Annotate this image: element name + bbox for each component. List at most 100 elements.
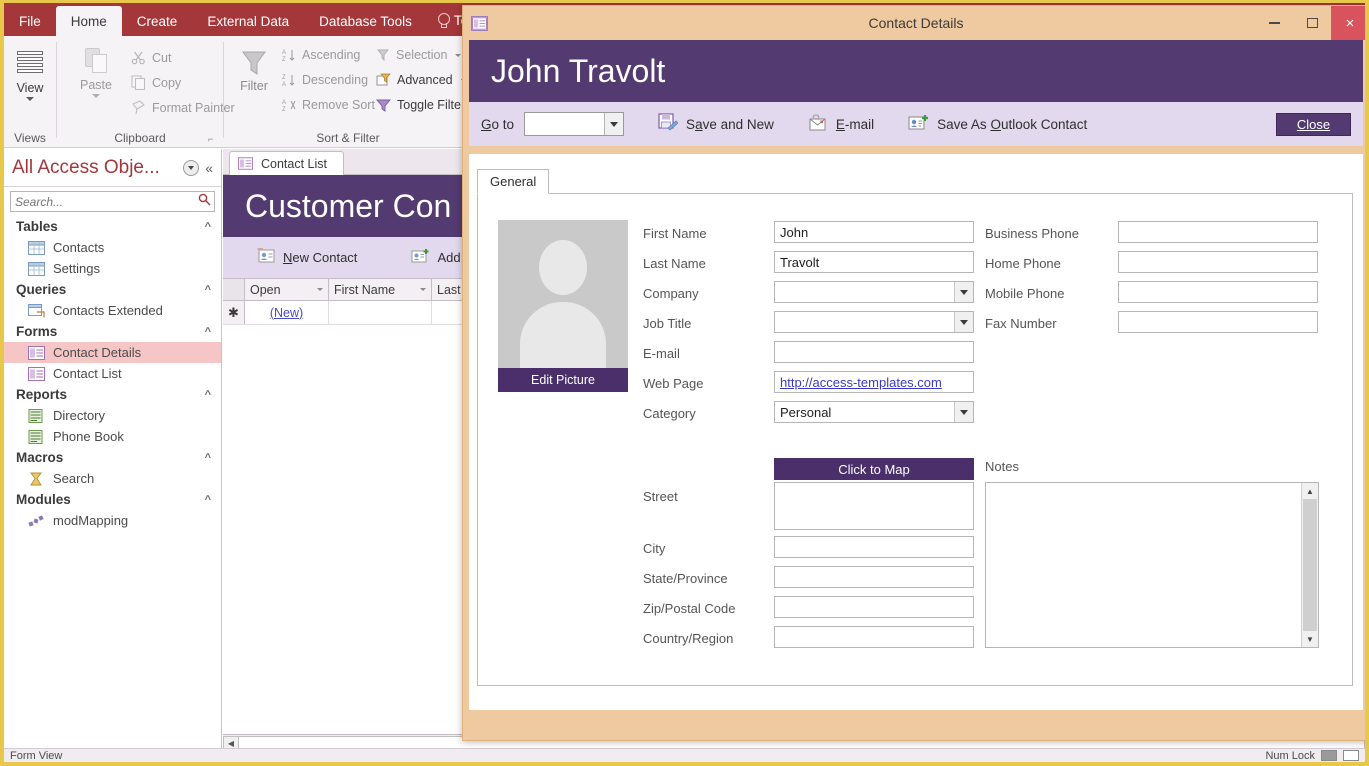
company-dropdown-button[interactable] — [954, 282, 973, 302]
tab-general[interactable]: General — [477, 169, 550, 194]
chevron-up-icon[interactable]: ^ — [205, 452, 211, 464]
chevron-down-icon[interactable] — [92, 94, 100, 98]
save-as-outlook-contact-button[interactable]: Save As Outlook Contact — [908, 114, 1087, 135]
chevron-up-icon[interactable]: ^ — [205, 221, 211, 233]
view-button[interactable]: View — [15, 48, 45, 101]
new-record-link[interactable]: (New) — [270, 306, 303, 320]
chevron-up-icon[interactable]: ^ — [205, 284, 211, 296]
sidebar-item-directory[interactable]: Directory — [4, 405, 221, 426]
job-title-field[interactable] — [774, 311, 974, 333]
svg-text:A: A — [282, 50, 286, 56]
nav-group-modules[interactable]: Modules ^ — [4, 489, 221, 510]
company-field[interactable] — [774, 281, 974, 303]
chevron-down-icon[interactable] — [317, 288, 323, 291]
chevron-down-icon[interactable] — [26, 97, 34, 101]
ascending-button[interactable]: AZ Ascending — [282, 48, 360, 63]
web-page-link[interactable]: http://access-templates.com — [780, 375, 942, 390]
advanced-button[interactable]: Advanced — [376, 73, 467, 87]
chevron-down-icon[interactable] — [455, 53, 462, 57]
email-icon — [808, 113, 828, 135]
category-dropdown-button[interactable] — [954, 402, 973, 422]
nav-group-tables[interactable]: Tables ^ — [4, 216, 221, 237]
column-header-open[interactable]: Open — [245, 279, 329, 300]
contact-photo[interactable] — [498, 220, 628, 368]
format-painter-button[interactable]: Format Painter — [131, 100, 235, 115]
email-button[interactable]: E-mail — [808, 113, 874, 135]
country-region-field[interactable] — [774, 626, 974, 648]
sidebar-item-settings[interactable]: Settings — [4, 258, 221, 279]
sidebar-item-search-macro[interactable]: Search — [4, 468, 221, 489]
search-icon[interactable] — [195, 193, 214, 211]
close-button[interactable]: Close — [1276, 112, 1351, 136]
ribbon-tab-home[interactable]: Home — [55, 5, 122, 36]
city-field[interactable] — [774, 536, 974, 558]
sidebar-item-contact-list[interactable]: Contact List — [4, 363, 221, 384]
ribbon-tab-external-data[interactable]: External Data — [192, 8, 304, 37]
toggle-filter-button[interactable]: Toggle Filte — [376, 98, 461, 112]
last-name-field[interactable]: Travolt — [774, 251, 974, 273]
nav-group-macros[interactable]: Macros ^ — [4, 447, 221, 468]
web-page-field[interactable]: http://access-templates.com — [774, 371, 974, 393]
zip-postal-code-field[interactable] — [774, 596, 974, 618]
collapse-pane-icon[interactable]: « — [203, 160, 215, 176]
email-field[interactable] — [774, 341, 974, 363]
click-to-map-button[interactable]: Click to Map — [774, 458, 974, 480]
chevron-down-icon[interactable] — [420, 288, 426, 291]
state-province-field[interactable] — [774, 566, 974, 588]
fax-number-field[interactable] — [1118, 311, 1318, 333]
nav-group-queries[interactable]: Queries ^ — [4, 279, 221, 300]
home-phone-field[interactable] — [1118, 251, 1318, 273]
chevron-up-icon[interactable]: ^ — [205, 389, 211, 401]
cell-first-name[interactable] — [329, 301, 432, 324]
ribbon-tab-create[interactable]: Create — [122, 8, 193, 37]
job-title-dropdown-button[interactable] — [954, 312, 973, 332]
navigation-search[interactable] — [10, 191, 215, 212]
sidebar-item-contacts[interactable]: Contacts — [4, 237, 221, 258]
scroll-down-button[interactable]: ▼ — [1302, 631, 1318, 647]
chevron-up-icon[interactable]: ^ — [205, 494, 211, 506]
select-all-corner[interactable] — [223, 279, 245, 300]
add-from-outlook-button[interactable]: Add — [411, 248, 461, 267]
cell-open[interactable]: (New) — [245, 301, 329, 324]
paste-button[interactable]: Paste — [69, 46, 123, 98]
nav-group-reports[interactable]: Reports ^ — [4, 384, 221, 405]
selection-button[interactable]: Selection — [376, 48, 462, 62]
goto-dropdown-button[interactable] — [604, 113, 624, 135]
new-contact-button[interactable]: New Contact — [257, 248, 357, 267]
document-tab-contact-list[interactable]: Contact List — [229, 151, 345, 175]
edit-picture-button[interactable]: Edit Picture — [498, 368, 628, 392]
category-field[interactable]: Personal — [774, 401, 974, 423]
dialog-title-bar[interactable]: Contact Details × — [463, 6, 1365, 40]
design-view-button[interactable] — [1343, 750, 1359, 761]
cut-button[interactable]: Cut — [131, 50, 171, 65]
filter-button[interactable]: Filter — [232, 48, 276, 93]
goto-value[interactable] — [525, 113, 604, 135]
first-name-field[interactable]: John — [774, 221, 974, 243]
record-selector-new[interactable]: ✱ — [223, 301, 245, 324]
sidebar-item-contacts-extended[interactable]: Contacts Extended — [4, 300, 221, 321]
copy-button[interactable]: Copy — [131, 75, 181, 91]
column-header-first-name[interactable]: First Name — [329, 279, 432, 300]
sidebar-item-modmapping[interactable]: modMapping — [4, 510, 221, 531]
business-phone-field[interactable] — [1118, 221, 1318, 243]
remove-sort-button[interactable]: AZ Remove Sort — [282, 98, 375, 113]
save-and-new-button[interactable]: Save and New — [658, 113, 774, 135]
sidebar-item-contact-details[interactable]: Contact Details — [4, 342, 221, 363]
chevron-up-icon[interactable]: ^ — [205, 326, 211, 338]
descending-button[interactable]: ZA Descending — [282, 73, 368, 88]
street-field[interactable] — [774, 482, 974, 530]
goto-combobox[interactable] — [524, 112, 625, 136]
chevron-down-icon[interactable] — [183, 159, 200, 176]
form-view-button[interactable] — [1321, 750, 1337, 761]
notes-vertical-scrollbar[interactable]: ▲ ▼ — [1301, 483, 1318, 647]
ribbon-tab-file[interactable]: File — [4, 8, 56, 37]
notes-text[interactable] — [986, 483, 1301, 647]
mobile-phone-field[interactable] — [1118, 281, 1318, 303]
ribbon-tab-database-tools[interactable]: Database Tools — [304, 8, 427, 37]
sidebar-item-phone-book[interactable]: Phone Book — [4, 426, 221, 447]
nav-group-forms[interactable]: Forms ^ — [4, 321, 221, 342]
search-input[interactable] — [11, 192, 195, 211]
notes-field[interactable]: ▲ ▼ — [985, 482, 1319, 648]
scrollbar-thumb[interactable] — [1303, 499, 1317, 631]
scroll-up-button[interactable]: ▲ — [1302, 483, 1318, 499]
